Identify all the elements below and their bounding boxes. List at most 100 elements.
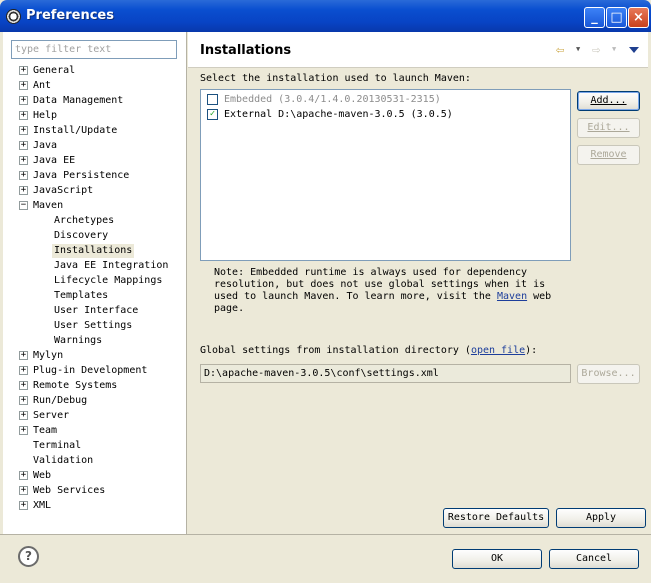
expand-icon[interactable]: + [19, 171, 28, 180]
tree-item[interactable]: + Ant [3, 79, 187, 93]
window-title: Preferences [26, 8, 114, 23]
edit-button-label: Edit... [587, 122, 630, 133]
tree-item[interactable]: + Server [3, 409, 187, 423]
expand-icon[interactable]: + [19, 381, 28, 390]
forward-arrow-icon[interactable]: ⇨ [592, 42, 600, 58]
tree-item[interactable]: Warnings [3, 334, 187, 348]
eclipse-icon [6, 9, 21, 24]
browse-button[interactable]: Browse... [577, 364, 640, 384]
expand-icon[interactable]: + [19, 186, 28, 195]
tree-item[interactable]: Installations [3, 244, 187, 258]
expand-icon[interactable]: + [19, 366, 28, 375]
ok-button-label: OK [490, 553, 504, 564]
tree-item-label: Web Services [33, 485, 106, 496]
tree-item-label: Mylyn [33, 350, 64, 361]
tree-item[interactable]: + Web [3, 469, 187, 483]
expand-icon[interactable]: + [19, 96, 28, 105]
ok-button[interactable]: OK [452, 549, 542, 569]
dialog-button-bar: ? OK Cancel [0, 534, 651, 583]
expand-icon[interactable]: + [19, 396, 28, 405]
preference-tree-panel: type filter text + General + Ant + Data Manag… [3, 32, 187, 534]
expand-icon[interactable]: + [19, 126, 28, 135]
tree-item[interactable]: User Interface [3, 304, 187, 318]
apply-button[interactable]: Apply [556, 508, 646, 528]
expand-icon[interactable]: + [19, 411, 28, 420]
tree-item[interactable]: + Web Services [3, 484, 187, 498]
tree-item[interactable]: User Settings [3, 319, 187, 333]
tree-item-label: General [33, 65, 76, 76]
restore-defaults-label: Restore Defaults [447, 512, 545, 523]
add-button[interactable]: Add... [577, 91, 640, 111]
tree-item-label: Server [33, 410, 70, 421]
tree-item-label: Team [33, 425, 58, 436]
tree-item-label: Validation [33, 455, 94, 466]
help-icon[interactable]: ? [18, 546, 39, 567]
close-button[interactable]: × [628, 7, 649, 28]
restore-defaults-button[interactable]: Restore Defaults [443, 508, 549, 528]
note-text: Note: Embedded runtime is always used fo… [214, 267, 546, 302]
tree-item[interactable]: + Java [3, 139, 187, 153]
tree-item[interactable]: Archetypes [3, 214, 187, 228]
tree-item[interactable]: + Remote Systems [3, 379, 187, 393]
installation-select-label: Select the installation used to launch M… [200, 73, 471, 84]
tree-item[interactable]: Java EE Integration [3, 259, 187, 273]
tree-item-label: Run/Debug [33, 395, 88, 406]
tree-item-label: Help [33, 110, 58, 121]
tree-item[interactable]: Validation [3, 454, 187, 468]
tree-item[interactable]: + Install/Update [3, 124, 187, 138]
tree-item[interactable]: + General [3, 64, 187, 78]
maximize-button[interactable]: □ [606, 7, 627, 28]
apply-button-label: Apply [585, 512, 617, 523]
tree-item[interactable]: + Java EE [3, 154, 187, 168]
maven-web-link[interactable]: Maven [497, 291, 527, 302]
tree-item[interactable]: + Data Management [3, 94, 187, 108]
tree-item[interactable]: + Run/Debug [3, 394, 187, 408]
open-file-link[interactable]: open file [471, 345, 525, 356]
tree-item-label: Maven [33, 200, 64, 211]
expand-icon[interactable]: + [19, 351, 28, 360]
page-title: Installations [200, 43, 292, 58]
remove-button[interactable]: Remove [577, 145, 640, 165]
tree-item[interactable]: + JavaScript [3, 184, 187, 198]
expand-icon[interactable]: + [19, 501, 28, 510]
back-arrow-icon[interactable]: ⇦ [556, 42, 564, 58]
tree-item[interactable]: + Team [3, 424, 187, 438]
tree-item[interactable]: Lifecycle Mappings [3, 274, 187, 288]
installations-list[interactable]: Embedded (3.0.4/1.4.0.20130531-2315) ✓ E… [200, 89, 571, 261]
global-settings-label: Global settings from installation direct… [200, 345, 537, 356]
view-menu-icon[interactable] [629, 47, 639, 53]
forward-dropdown-icon[interactable]: ▼ [612, 45, 616, 53]
expand-icon[interactable]: + [19, 486, 28, 495]
tree-item[interactable]: + XML [3, 499, 187, 513]
expand-icon[interactable]: + [19, 66, 28, 75]
expand-icon[interactable]: + [19, 426, 28, 435]
tree-item[interactable]: + Help [3, 109, 187, 123]
tree-item[interactable]: + Java Persistence [3, 169, 187, 183]
minimize-button[interactable]: _ [584, 7, 605, 28]
expand-icon[interactable]: + [19, 471, 28, 480]
expand-icon[interactable]: + [19, 156, 28, 165]
tree-item-label: Archetypes [54, 215, 115, 226]
tree-item-label: XML [33, 500, 52, 511]
tree-item-label: JavaScript [33, 185, 94, 196]
tree-item[interactable]: Terminal [3, 439, 187, 453]
expand-icon[interactable]: + [19, 111, 28, 120]
tree-item-label: Ant [33, 80, 52, 91]
tree-item[interactable]: + Mylyn [3, 349, 187, 363]
tree-item[interactable]: − Maven [3, 199, 187, 213]
expand-icon[interactable]: + [19, 81, 28, 90]
back-dropdown-icon[interactable]: ▼ [576, 45, 580, 53]
filter-input[interactable]: type filter text [11, 40, 177, 59]
installation-checkbox[interactable] [207, 94, 218, 105]
tree-item[interactable]: + Plug-in Development [3, 364, 187, 378]
tree-item-label: Java EE [33, 155, 76, 166]
collapse-icon[interactable]: − [19, 201, 28, 210]
tree-item[interactable]: Templates [3, 289, 187, 303]
installation-checkbox[interactable]: ✓ [207, 109, 218, 120]
tree-item-label: Web [33, 470, 52, 481]
tree-item[interactable]: Discovery [3, 229, 187, 243]
edit-button[interactable]: Edit... [577, 118, 640, 138]
cancel-button[interactable]: Cancel [549, 549, 639, 569]
remove-button-label: Remove [590, 149, 627, 160]
expand-icon[interactable]: + [19, 141, 28, 150]
